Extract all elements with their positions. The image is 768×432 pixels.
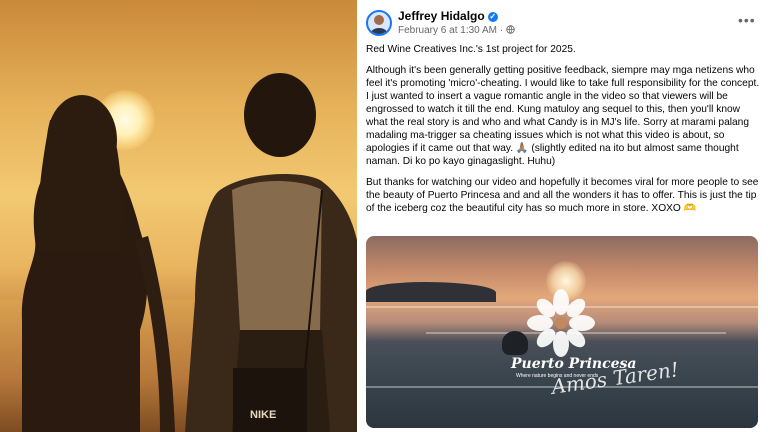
post-paragraph: But thanks for watching our video and ho…	[366, 177, 759, 214]
post-media-image[interactable]: Puerto Princesa Where nature begins and …	[366, 236, 758, 428]
media-island	[366, 282, 496, 302]
media-swimmers	[502, 331, 528, 355]
facebook-post: Jeffrey Hidalgo ✓ February 6 at 1:30 AM ·…	[360, 0, 768, 432]
shirt-brand: NIKE	[250, 409, 276, 421]
more-options-button[interactable]: •••	[738, 12, 756, 28]
couple-sunset-photo: NIKE	[0, 0, 357, 432]
author-name[interactable]: Jeffrey Hidalgo ✓	[398, 9, 498, 23]
author-avatar[interactable]	[366, 10, 392, 36]
author-name-text[interactable]: Jeffrey Hidalgo	[398, 9, 485, 23]
post-paragraph: Although it's been generally getting pos…	[366, 65, 760, 167]
post-paragraph: Red Wine Creatives Inc.'s 1st project fo…	[366, 44, 576, 55]
globe-icon	[506, 25, 515, 36]
puerto-princesa-logo-icon	[527, 289, 595, 357]
post-body: Red Wine Creatives Inc.'s 1st project fo…	[366, 43, 761, 223]
couple-silhouette: NIKE	[21, 73, 357, 432]
meta-separator: ·	[499, 25, 504, 36]
post-meta: February 6 at 1:30 AM ·	[398, 25, 515, 36]
post-timestamp[interactable]: February 6 at 1:30 AM	[398, 25, 497, 36]
verified-badge-icon: ✓	[487, 12, 498, 22]
